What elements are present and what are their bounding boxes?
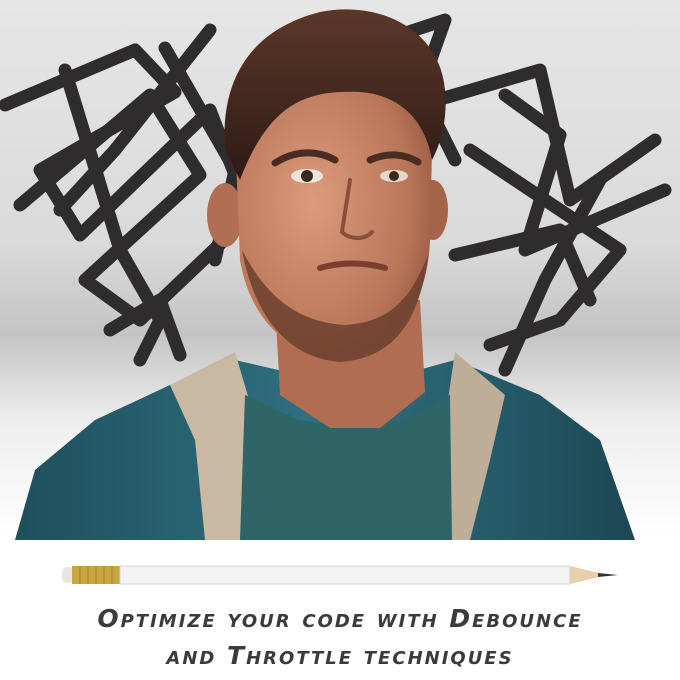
pencil-lead [598, 573, 618, 577]
developer-portrait [15, 9, 635, 540]
headline-line-1: Optimize your code with Debounce [97, 604, 583, 633]
headline: Optimize your code with Debounce and Thr… [0, 600, 680, 674]
thumbnail-canvas: Optimize your code with Debounce and Thr… [0, 0, 680, 680]
pencil-body [119, 565, 571, 585]
left-pupil [301, 170, 313, 182]
pencil-icon [62, 565, 618, 585]
right-pupil [389, 171, 399, 181]
headline-line-2: and Throttle techniques [166, 641, 514, 670]
